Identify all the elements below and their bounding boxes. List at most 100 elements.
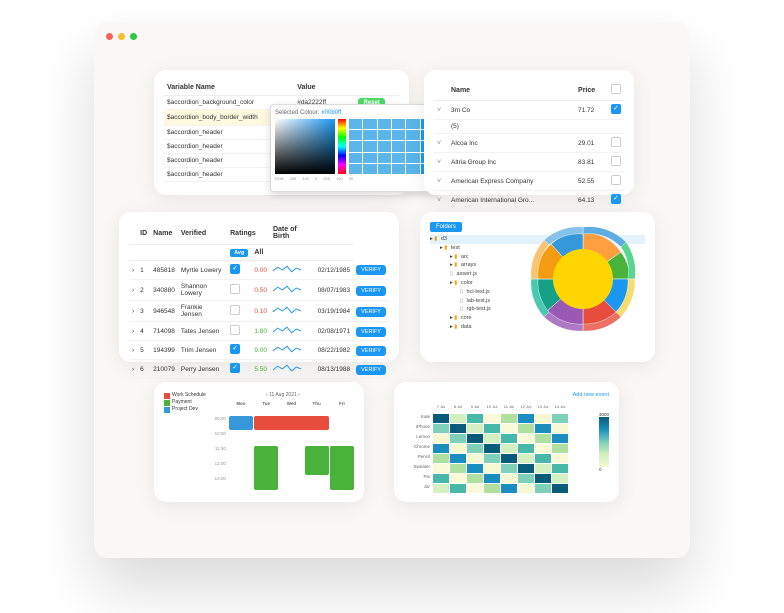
verify-button[interactable]: VERIFY xyxy=(356,365,386,375)
chevron-right-icon[interactable]: › xyxy=(298,392,300,398)
heatmap-cell[interactable] xyxy=(535,434,551,443)
calendar-date[interactable]: ‹ 11 Aug 2021 › xyxy=(212,392,354,398)
table-row[interactable]: ˅ American International Gro... 64.13 xyxy=(434,191,624,210)
table-row[interactable]: ›1485818Myrtle Lowery 0.00 02/12/1985 VE… xyxy=(129,261,389,280)
heatmap-cell[interactable] xyxy=(518,434,534,443)
table-row[interactable]: ›4714098Tates Jensen 1.80 02/08/1971 VER… xyxy=(129,322,389,341)
heatmap-cell[interactable] xyxy=(535,464,551,473)
heatmap-cell[interactable] xyxy=(450,474,466,483)
heatmap-cell[interactable] xyxy=(467,484,483,493)
heatmap-cell[interactable] xyxy=(552,414,568,423)
calendar-event[interactable] xyxy=(305,446,329,475)
chevron-left-icon[interactable]: ‹ xyxy=(266,392,268,398)
sunburst-chart[interactable]: d3 xyxy=(526,222,641,337)
heatmap-cell[interactable] xyxy=(467,474,483,483)
chevron-down-icon[interactable]: ˅ xyxy=(437,140,441,147)
heatmap-cell[interactable] xyxy=(433,444,449,453)
heatmap-cell[interactable] xyxy=(484,414,500,423)
row-checkbox[interactable] xyxy=(611,156,621,166)
heatmap-cell[interactable] xyxy=(501,474,517,483)
heatmap-cell[interactable] xyxy=(552,424,568,433)
heatmap-cell[interactable] xyxy=(535,454,551,463)
heatmap-cell[interactable] xyxy=(467,414,483,423)
heatmap-cell[interactable] xyxy=(518,414,534,423)
heatmap-cell[interactable] xyxy=(501,454,517,463)
heatmap-cell[interactable] xyxy=(467,454,483,463)
verify-button[interactable]: VERIFY xyxy=(356,265,386,275)
color-picker[interactable]: Selected Colour: #00b0ff RGB 255 100 0 2… xyxy=(270,104,440,192)
heatmap-cell[interactable] xyxy=(484,474,500,483)
heatmap-cell[interactable] xyxy=(501,444,517,453)
heatmap-cell[interactable] xyxy=(518,464,534,473)
heatmap-grid[interactable]: 7 Jul8 Jul9 Jul10 Jul11 Jul12 Jul13 Jul1… xyxy=(404,404,609,493)
heatmap-cell[interactable] xyxy=(450,414,466,423)
chevron-down-icon[interactable]: ˅ xyxy=(437,159,441,166)
heatmap-cell[interactable] xyxy=(501,484,517,493)
group-row[interactable]: (5) xyxy=(434,120,624,134)
heatmap-cell[interactable] xyxy=(433,434,449,443)
table-row[interactable]: ˅ 3m Co 71.72 xyxy=(434,101,624,120)
row-checkbox[interactable] xyxy=(611,137,621,147)
heatmap-cell[interactable] xyxy=(518,474,534,483)
heatmap-cell[interactable] xyxy=(552,464,568,473)
table-row[interactable]: ›2340880Shannon Lowery 0.50 08/07/1983 V… xyxy=(129,280,389,301)
heatmap-cell[interactable] xyxy=(501,414,517,423)
heatmap-cell[interactable] xyxy=(552,454,568,463)
verified-checkbox[interactable] xyxy=(230,363,240,373)
heatmap-cell[interactable] xyxy=(467,464,483,473)
heatmap-cell[interactable] xyxy=(518,424,534,433)
heatmap-cell[interactable] xyxy=(484,424,500,433)
heatmap-cell[interactable] xyxy=(433,464,449,473)
minimize-icon[interactable] xyxy=(118,33,125,40)
verified-checkbox[interactable] xyxy=(230,344,240,354)
chevron-down-icon[interactable]: ˅ xyxy=(437,178,441,185)
heatmap-cell[interactable] xyxy=(433,424,449,433)
ratings-avg[interactable]: Avg xyxy=(230,249,248,257)
hue-slider[interactable] xyxy=(338,119,346,174)
heatmap-cell[interactable] xyxy=(433,454,449,463)
heatmap-cell[interactable] xyxy=(552,474,568,483)
heatmap-cell[interactable] xyxy=(535,474,551,483)
chevron-down-icon[interactable]: ˅ xyxy=(437,197,441,204)
color-presets[interactable] xyxy=(349,119,434,174)
calendar-event[interactable] xyxy=(254,416,329,430)
heatmap-cell[interactable] xyxy=(535,484,551,493)
verify-button[interactable]: VERIFY xyxy=(356,286,386,296)
heatmap-cell[interactable] xyxy=(518,454,534,463)
heatmap-cell[interactable] xyxy=(535,414,551,423)
heatmap-cell[interactable] xyxy=(450,464,466,473)
heatmap-cell[interactable] xyxy=(484,434,500,443)
heatmap-cell[interactable] xyxy=(535,424,551,433)
table-row[interactable]: ˅ American Express Company 52.55 xyxy=(434,172,624,191)
verified-checkbox[interactable] xyxy=(230,284,240,294)
color-gradient[interactable] xyxy=(275,119,335,174)
heatmap-cell[interactable] xyxy=(450,434,466,443)
heatmap-cell[interactable] xyxy=(467,424,483,433)
heatmap-cell[interactable] xyxy=(433,474,449,483)
heatmap-cell[interactable] xyxy=(552,434,568,443)
heatmap-cell[interactable] xyxy=(518,444,534,453)
row-checkbox[interactable] xyxy=(611,104,621,114)
verified-checkbox[interactable] xyxy=(230,264,240,274)
heatmap-cell[interactable] xyxy=(450,424,466,433)
verify-button[interactable]: VERIFY xyxy=(356,346,386,356)
heatmap-cell[interactable] xyxy=(484,454,500,463)
table-row[interactable]: ›5194399Trim Jensen 9.00 08/22/1982 VERI… xyxy=(129,341,389,360)
verify-button[interactable]: VERIFY xyxy=(356,307,386,317)
row-checkbox[interactable] xyxy=(611,175,621,185)
verified-checkbox[interactable] xyxy=(230,325,240,335)
heatmap-cell[interactable] xyxy=(552,484,568,493)
verified-checkbox[interactable] xyxy=(230,305,240,315)
heatmap-cell[interactable] xyxy=(484,444,500,453)
calendar-event[interactable] xyxy=(330,446,354,490)
heatmap-cell[interactable] xyxy=(518,484,534,493)
heatmap-cell[interactable] xyxy=(501,424,517,433)
chevron-down-icon[interactable]: ˅ xyxy=(437,107,441,114)
select-all-checkbox[interactable] xyxy=(611,84,621,94)
table-row[interactable]: ˅ Altria Group Inc 83.81 xyxy=(434,153,624,172)
table-row[interactable]: ›6210079Perry Jensen 5.50 08/13/1988 VER… xyxy=(129,360,389,379)
heatmap-cell[interactable] xyxy=(501,464,517,473)
heatmap-cell[interactable] xyxy=(552,444,568,453)
verify-button[interactable]: VERIFY xyxy=(356,327,386,337)
heatmap-cell[interactable] xyxy=(450,454,466,463)
